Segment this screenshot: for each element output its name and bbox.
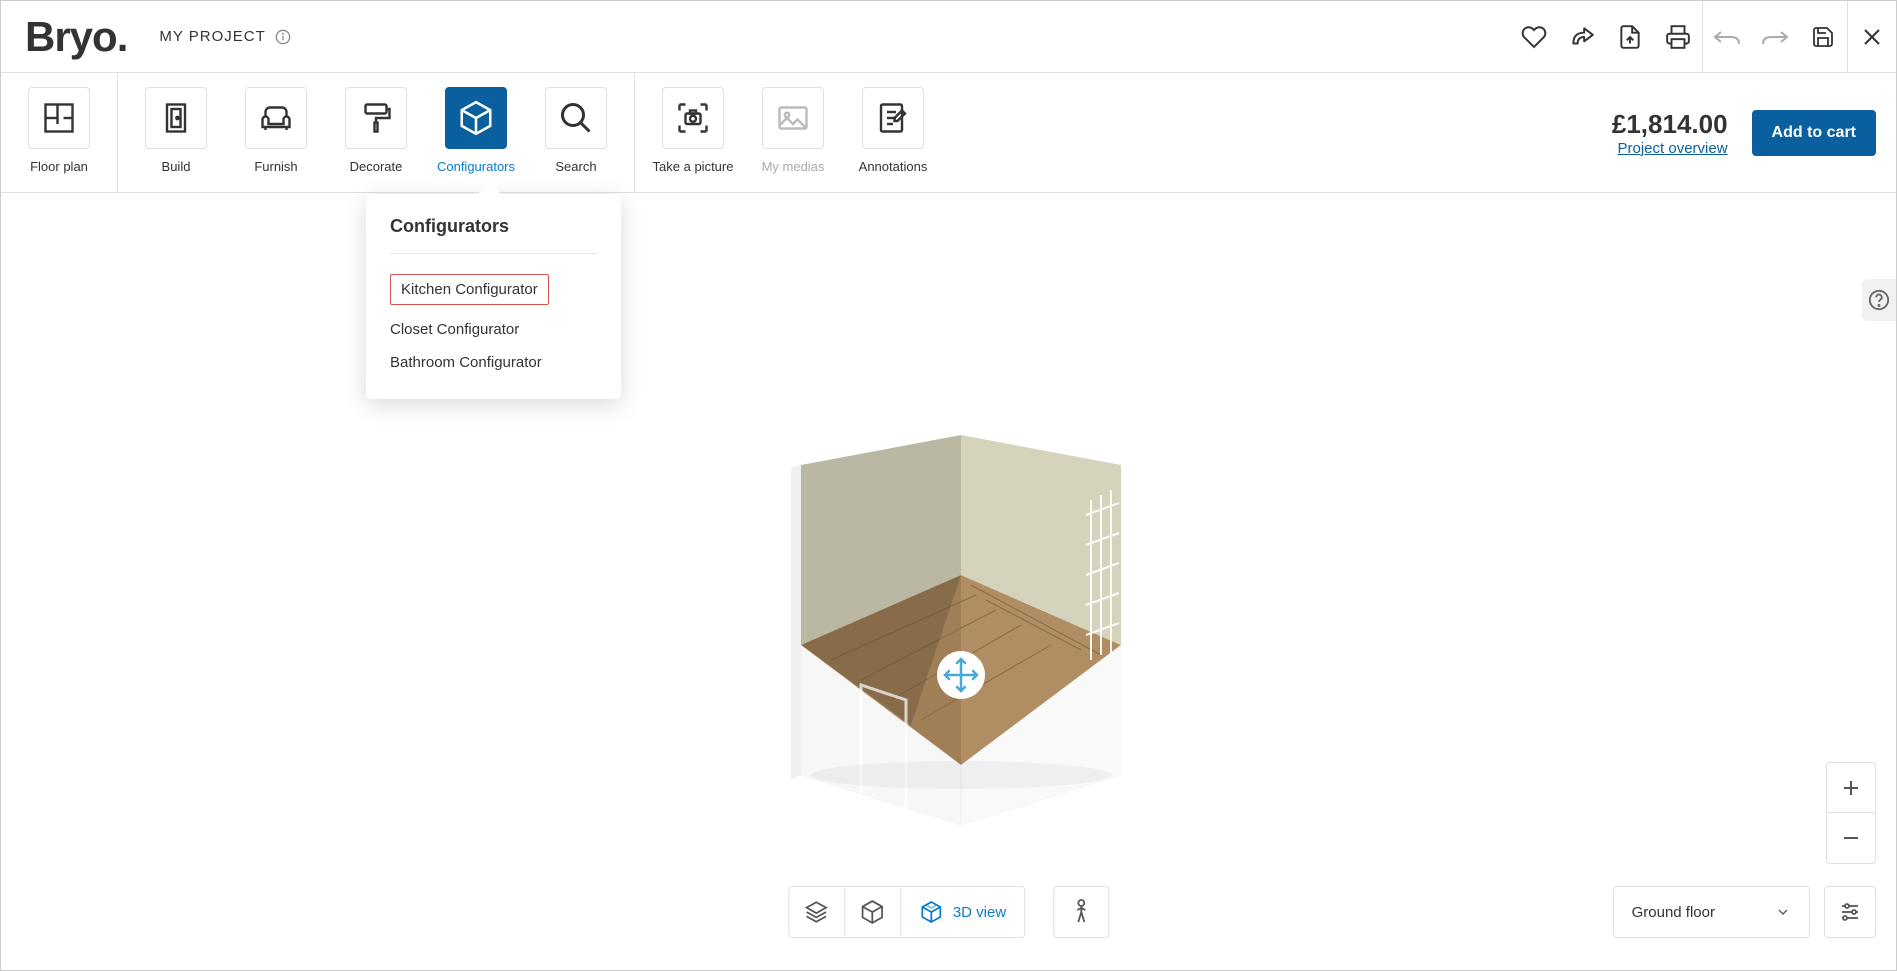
view-3d-label: 3D view <box>953 904 1006 921</box>
toolbar: Floor plan Build Furnish Decorate C <box>1 73 1896 193</box>
tool-label: Build <box>162 159 191 174</box>
tool-label: Take a picture <box>653 159 734 174</box>
tool-search[interactable]: Search <box>526 73 626 174</box>
add-to-cart-button[interactable]: Add to cart <box>1752 110 1876 156</box>
tool-label: Search <box>555 159 596 174</box>
tool-label: My medias <box>762 159 825 174</box>
tool-label: Furnish <box>254 159 297 174</box>
divider <box>390 253 597 254</box>
display-settings-button[interactable] <box>1824 886 1876 938</box>
close-button[interactable] <box>1848 1 1896 73</box>
tool-label: Floor plan <box>30 159 88 174</box>
camera-icon <box>662 87 724 149</box>
tool-configurators[interactable]: Configurators <box>426 73 526 174</box>
view-segment: 3D view <box>788 886 1025 938</box>
dropdown-item-label: Closet Configurator <box>390 321 519 338</box>
chevron-down-icon <box>1775 904 1791 920</box>
tool-take-picture[interactable]: Take a picture <box>643 73 743 174</box>
configurators-dropdown: Configurators Kitchen Configurator Close… <box>366 194 621 399</box>
dropdown-item-label: Kitchen Configurator <box>390 274 549 305</box>
dropdown-item-bathroom[interactable]: Bathroom Configurator <box>366 346 621 379</box>
dropdown-title: Configurators <box>366 216 621 253</box>
floor-select[interactable]: Ground floor <box>1613 886 1810 938</box>
dropdown-item-kitchen[interactable]: Kitchen Configurator <box>366 266 621 313</box>
info-icon[interactable] <box>274 28 292 46</box>
tool-build[interactable]: Build <box>126 73 226 174</box>
tool-furnish[interactable]: Furnish <box>226 73 326 174</box>
canvas-area[interactable] <box>1 195 1896 970</box>
tool-annotations[interactable]: Annotations <box>843 73 943 174</box>
header: Bryo. MY PROJECT <box>1 1 1896 73</box>
view-layers-button[interactable] <box>789 887 845 937</box>
zoom-controls <box>1826 762 1876 864</box>
tool-label: Annotations <box>859 159 928 174</box>
first-person-button[interactable] <box>1053 886 1109 938</box>
tool-floor-plan[interactable]: Floor plan <box>9 73 109 174</box>
price: £1,814.00 <box>1612 109 1728 140</box>
tool-label: Decorate <box>350 159 403 174</box>
redo-button[interactable] <box>1751 1 1799 73</box>
measure-button[interactable] <box>1558 1 1606 73</box>
logo: Bryo. <box>25 13 127 61</box>
cube-icon <box>445 87 507 149</box>
sofa-icon <box>245 87 307 149</box>
annotations-icon <box>862 87 924 149</box>
view-3d-button[interactable]: 3D view <box>901 887 1024 937</box>
dropdown-item-label: Bathroom Configurator <box>390 354 542 371</box>
view-wireframe-button[interactable] <box>845 887 901 937</box>
search-icon <box>545 87 607 149</box>
project-overview-link[interactable]: Project overview <box>1612 140 1728 157</box>
tool-decorate[interactable]: Decorate <box>326 73 426 174</box>
print-button[interactable] <box>1654 1 1702 73</box>
dropdown-item-closet[interactable]: Closet Configurator <box>366 313 621 346</box>
tool-label: Configurators <box>437 159 515 174</box>
export-button[interactable] <box>1606 1 1654 73</box>
floor-row: Ground floor <box>1613 886 1876 938</box>
floor-plan-icon <box>28 87 90 149</box>
help-button[interactable] <box>1862 279 1896 321</box>
image-icon <box>762 87 824 149</box>
toolbar-right: £1,814.00 Project overview Add to cart <box>1612 73 1896 192</box>
floor-select-label: Ground floor <box>1632 904 1715 921</box>
bottom-controls: 3D view <box>788 886 1109 938</box>
save-button[interactable] <box>1799 1 1847 73</box>
room-3d-view[interactable] <box>761 425 1141 825</box>
project-name[interactable]: MY PROJECT <box>159 28 265 45</box>
price-block: £1,814.00 Project overview <box>1612 109 1728 157</box>
header-right <box>1510 1 1896 72</box>
paint-roller-icon <box>345 87 407 149</box>
door-icon <box>145 87 207 149</box>
tool-my-medias[interactable]: My medias <box>743 73 843 174</box>
undo-button[interactable] <box>1703 1 1751 73</box>
zoom-out-button[interactable] <box>1827 813 1875 863</box>
favorite-button[interactable] <box>1510 1 1558 73</box>
zoom-in-button[interactable] <box>1827 763 1875 813</box>
